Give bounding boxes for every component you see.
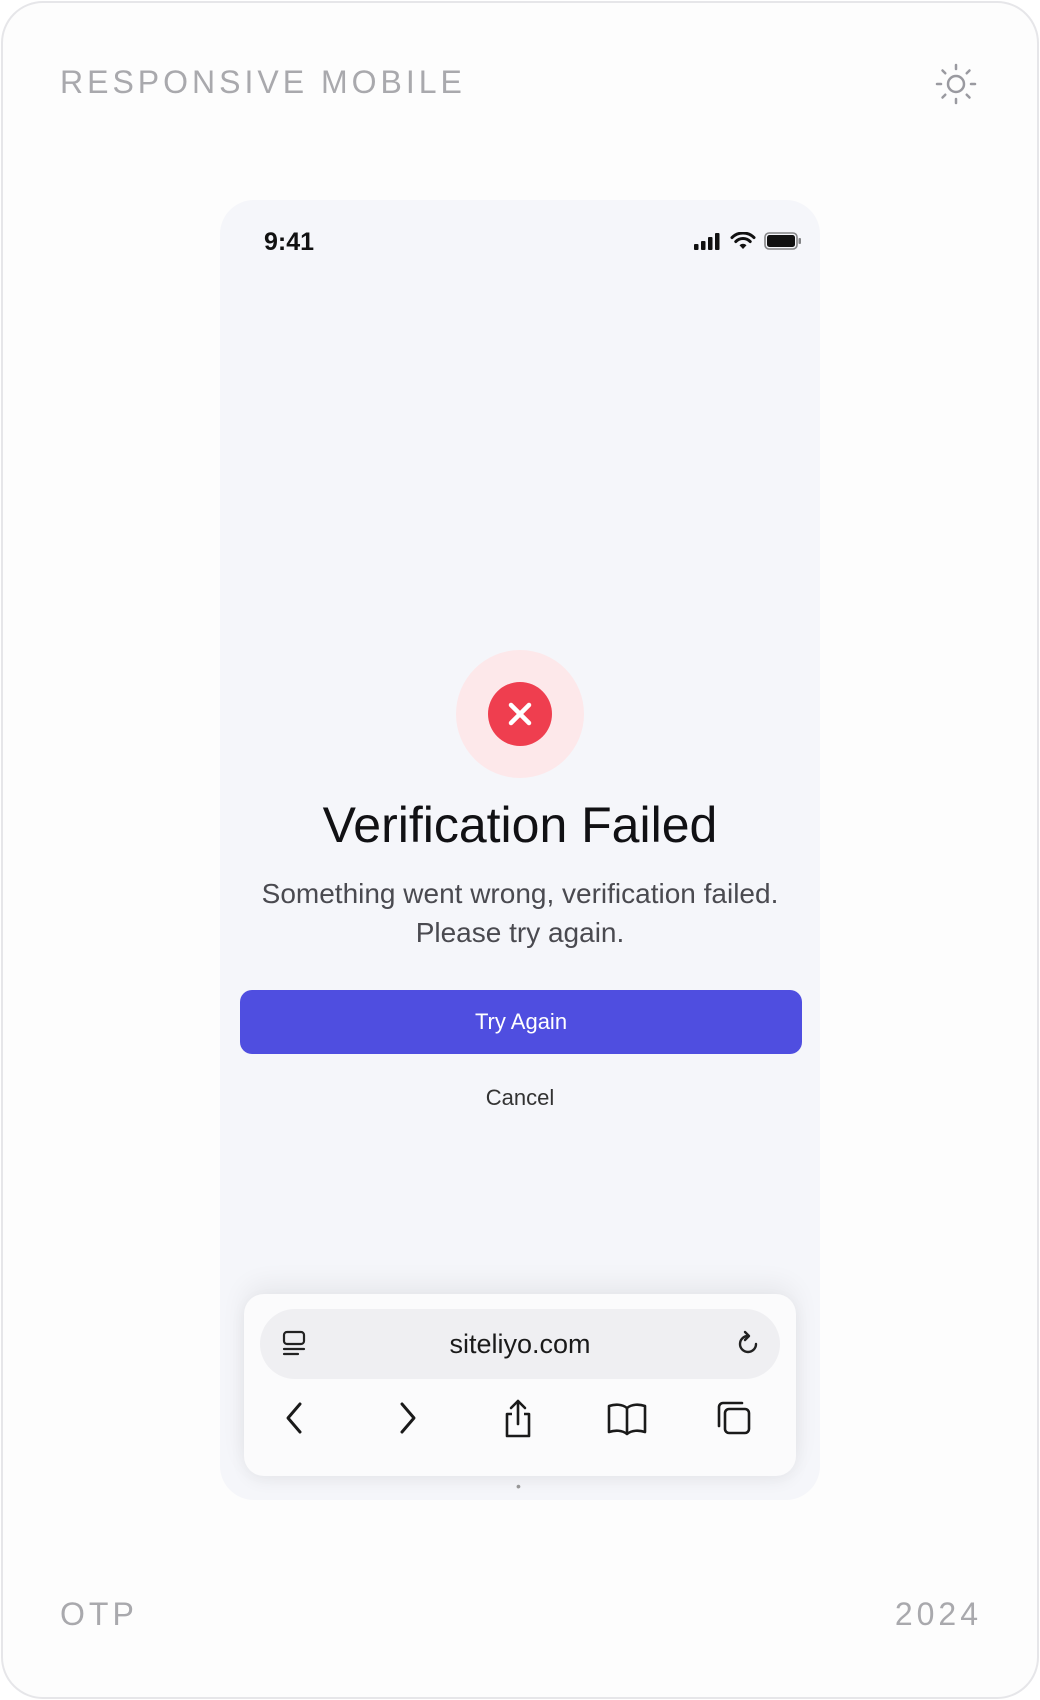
browser-toolbar: siteliyo.com [244,1294,796,1476]
cancel-button[interactable]: Cancel [220,1085,820,1111]
reload-icon[interactable] [732,1328,764,1360]
footer-left-label: OTP [60,1596,138,1632]
status-time: 9:41 [264,228,315,256]
nav-row [244,1398,796,1442]
chevron-left-icon[interactable] [278,1398,314,1438]
phone-screen: 9:41 Verification Failed Something went [220,200,820,1500]
url-text[interactable]: siteliyo.com [260,1329,780,1360]
battery-icon [764,232,801,250]
header-label: RESPONSIVE MOBILE [60,64,466,100]
cellular-signal-icon [694,233,720,250]
share-icon[interactable] [500,1398,536,1440]
address-bar[interactable]: siteliyo.com [260,1309,780,1379]
footer-year-label: 2024 [894,1596,982,1632]
status-icons [694,232,802,250]
sun-icon[interactable] [934,62,978,106]
tabs-icon[interactable] [714,1398,754,1438]
close-icon [488,682,552,746]
chevron-right-icon[interactable] [388,1398,424,1438]
try-again-button[interactable]: Try Again [240,990,802,1054]
error-badge [456,650,584,778]
home-indicator: • [516,1478,521,1494]
page-title: Verification Failed [322,797,718,853]
wifi-icon [730,232,756,249]
error-message: Something went wrong, verification faile… [261,878,779,948]
book-icon[interactable] [606,1398,648,1438]
